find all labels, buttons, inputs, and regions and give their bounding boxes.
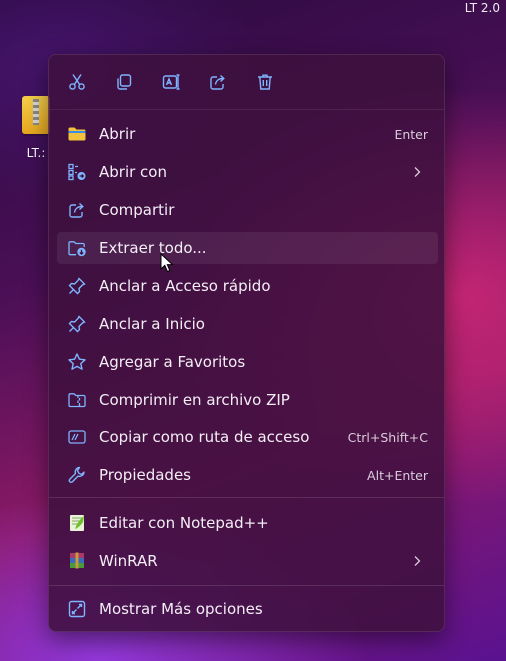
shortcut-label: Alt+Enter xyxy=(367,468,428,483)
menu-item-label: Anclar a Inicio xyxy=(99,315,205,333)
menu-item-label: Editar con Notepad++ xyxy=(99,514,269,532)
menu-item-label: Mostrar Más opciones xyxy=(99,600,263,618)
menu-item-label: Propiedades xyxy=(99,466,191,484)
share-button[interactable] xyxy=(204,68,232,96)
mouse-cursor-icon xyxy=(160,253,174,273)
cut-button[interactable] xyxy=(63,68,91,96)
menu-item-copiar-ruta[interactable]: Copiar como ruta de acceso Ctrl+Shift+C xyxy=(57,421,438,453)
shortcut-label: Ctrl+Shift+C xyxy=(347,430,428,445)
menu-item-propiedades[interactable]: Propiedades Alt+Enter xyxy=(57,459,438,491)
menu-item-extraer-todo[interactable]: Extraer todo... xyxy=(57,232,438,264)
context-toolbar xyxy=(49,55,444,110)
menu-item-label: Abrir xyxy=(99,125,136,143)
rename-button[interactable] xyxy=(157,68,185,96)
menu-separator xyxy=(49,497,444,498)
menu-item-agregar-favoritos[interactable]: Agregar a Favoritos xyxy=(57,346,438,378)
menu-item-label: Agregar a Favoritos xyxy=(99,353,246,371)
menu-item-compartir[interactable]: Compartir xyxy=(57,194,438,226)
context-menu: Abrir Enter Abrir con Compartir Extraer … xyxy=(48,54,445,632)
more-options-icon xyxy=(67,599,87,619)
share-icon xyxy=(67,200,87,220)
menu-item-label: WinRAR xyxy=(99,552,158,570)
copy-icon xyxy=(117,74,132,90)
menu-item-comprimir-zip[interactable]: Comprimir en archivo ZIP xyxy=(57,384,438,416)
chevron-right-icon xyxy=(414,556,421,566)
extract-icon xyxy=(67,238,87,258)
menu-item-abrir-con[interactable]: Abrir con xyxy=(57,156,438,188)
menu-item-abrir[interactable]: Abrir Enter xyxy=(57,118,438,150)
scissors-icon xyxy=(69,74,85,90)
menu-item-anclar-acceso-rapido[interactable]: Anclar a Acceso rápido xyxy=(57,270,438,302)
menu-item-label: Copiar como ruta de acceso xyxy=(99,428,310,446)
notepadpp-icon xyxy=(67,513,87,533)
menu-item-label: Extraer todo... xyxy=(99,239,207,257)
chevron-right-icon xyxy=(414,167,421,177)
menu-item-mostrar-mas-opciones[interactable]: Mostrar Más opciones xyxy=(57,593,438,625)
wrench-icon xyxy=(67,465,87,485)
zip-file-icon xyxy=(22,96,50,134)
zip-folder-icon xyxy=(67,390,87,410)
menu-item-label: Anclar a Acceso rápido xyxy=(99,277,271,295)
corner-label: LT 2.0 xyxy=(464,1,500,15)
shortcut-label: Enter xyxy=(394,127,428,142)
winrar-icon xyxy=(67,551,87,571)
menu-item-label: Abrir con xyxy=(99,163,167,181)
delete-button[interactable] xyxy=(251,68,279,96)
menu-item-label: Compartir xyxy=(99,201,175,219)
menu-item-label: Comprimir en archivo ZIP xyxy=(99,391,290,409)
open-with-icon xyxy=(67,162,87,182)
rename-icon xyxy=(162,74,180,90)
menu-item-anclar-inicio[interactable]: Anclar a Inicio xyxy=(57,308,438,340)
pin-icon xyxy=(67,276,87,296)
copy-button[interactable] xyxy=(110,68,138,96)
menu-item-winrar[interactable]: WinRAR xyxy=(57,545,438,577)
pin-icon xyxy=(67,314,87,334)
share-icon xyxy=(210,74,225,90)
menu-item-notepadpp[interactable]: Editar con Notepad++ xyxy=(57,507,438,539)
path-icon xyxy=(67,427,87,447)
menu-separator xyxy=(49,585,444,586)
star-icon xyxy=(67,352,87,372)
folder-icon xyxy=(67,124,87,144)
trash-icon xyxy=(258,74,272,90)
